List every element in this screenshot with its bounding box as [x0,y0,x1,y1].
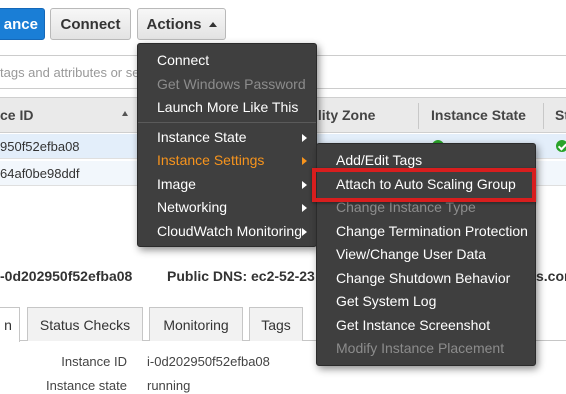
search-placeholder: tags and attributes or se [0,65,140,80]
menu-item-label: Instance State [157,129,247,145]
instance-id-label: Instance ID [61,354,127,369]
public-dns-suffix: s.com [536,268,566,284]
menu-item-change-shutdown-behavior[interactable]: Change Shutdown Behavior [317,267,535,290]
menu-item-connect[interactable]: Connect [138,49,316,72]
menu-item-launch-more-like-this[interactable]: Launch More Like This [138,96,316,119]
tab-description[interactable]: n [0,307,20,342]
column-header-availability-zone[interactable]: ility Zone [314,107,375,123]
menu-item-view-change-user-data[interactable]: View/Change User Data [317,243,535,266]
menu-item-label: Get Windows Password [157,76,306,92]
chevron-right-icon [302,204,307,212]
menu-item-label: Get System Log [336,293,437,309]
caret-up-icon [208,21,217,27]
tab-tags-label: Tags [261,316,291,333]
sort-asc-icon[interactable] [122,111,128,116]
column-divider [543,103,544,129]
menu-item-label: Networking [157,199,228,215]
menu-item-label: Change Termination Protection [336,223,528,239]
menu-item-label: View/Change User Data [336,246,486,262]
column-divider [418,103,419,129]
column-header-instance-state[interactable]: Instance State [431,107,526,123]
instance-id-cell: 64af0be98ddf [0,166,80,181]
tab-status-checks-label: Status Checks [39,316,131,333]
instance-id-value: i-0d202950f52efba08 [147,354,270,369]
column-header-status[interactable]: St [555,107,566,123]
menu-item-label: Connect [157,52,210,68]
menu-item-cloudwatch-monitoring[interactable]: CloudWatch Monitoring [138,220,316,243]
chevron-right-icon [302,181,307,189]
menu-item-instance-settings[interactable]: Instance Settings [138,149,316,172]
tab-monitoring-label: Monitoring [163,316,229,333]
menu-item-image[interactable]: Image [138,173,316,196]
status-check-icon [556,140,566,152]
instance-label: -0d202950f52efba08 [0,268,133,284]
instance-state-label: Instance state [46,378,127,393]
menu-item-instance-state[interactable]: Instance State [138,126,316,149]
menu-item-change-termination-protection[interactable]: Change Termination Protection [317,220,535,243]
menu-item-label: Add/Edit Tags [336,152,423,168]
menu-item-label: Modify Instance Placement [336,340,505,356]
menu-item-label: Get Instance Screenshot [336,317,491,333]
actions-menu: Connect Get Windows Password Launch More… [137,43,317,247]
menu-item-label: CloudWatch Monitoring [157,223,302,239]
tab-monitoring[interactable]: Monitoring [149,307,243,341]
column-header-instance-id[interactable]: ce ID [0,107,33,123]
instance-id-cell: 950f52efba08 [0,139,80,154]
launch-instance-label: ance [3,15,38,33]
menu-item-get-windows-password: Get Windows Password [138,73,316,96]
chevron-right-icon [302,157,307,165]
actions-button[interactable]: Actions [137,8,226,40]
chevron-right-icon [302,134,307,142]
highlight-outline [312,168,536,202]
connect-button[interactable]: Connect [50,8,131,40]
menu-item-get-system-log[interactable]: Get System Log [317,290,535,313]
menu-item-get-instance-screenshot[interactable]: Get Instance Screenshot [317,314,535,337]
launch-instance-button[interactable]: ance [0,8,45,40]
tab-tags[interactable]: Tags [249,307,303,341]
menu-item-label: Change Shutdown Behavior [336,270,511,286]
menu-item-label: Instance Settings [157,152,265,168]
tab-status-checks[interactable]: Status Checks [27,307,143,341]
menu-item-label: Launch More Like This [157,99,299,115]
chevron-right-icon [302,228,307,236]
menu-item-label: Image [157,176,196,192]
actions-label: Actions [146,15,202,33]
public-dns: Public DNS: ec2-52-23 [167,268,315,284]
menu-divider [138,122,316,123]
tab-description-label: n [4,317,12,333]
menu-item-modify-instance-placement: Modify Instance Placement [317,337,535,360]
menu-item-networking[interactable]: Networking [138,196,316,219]
instance-state-value: running [147,378,191,393]
connect-label: Connect [60,15,121,33]
